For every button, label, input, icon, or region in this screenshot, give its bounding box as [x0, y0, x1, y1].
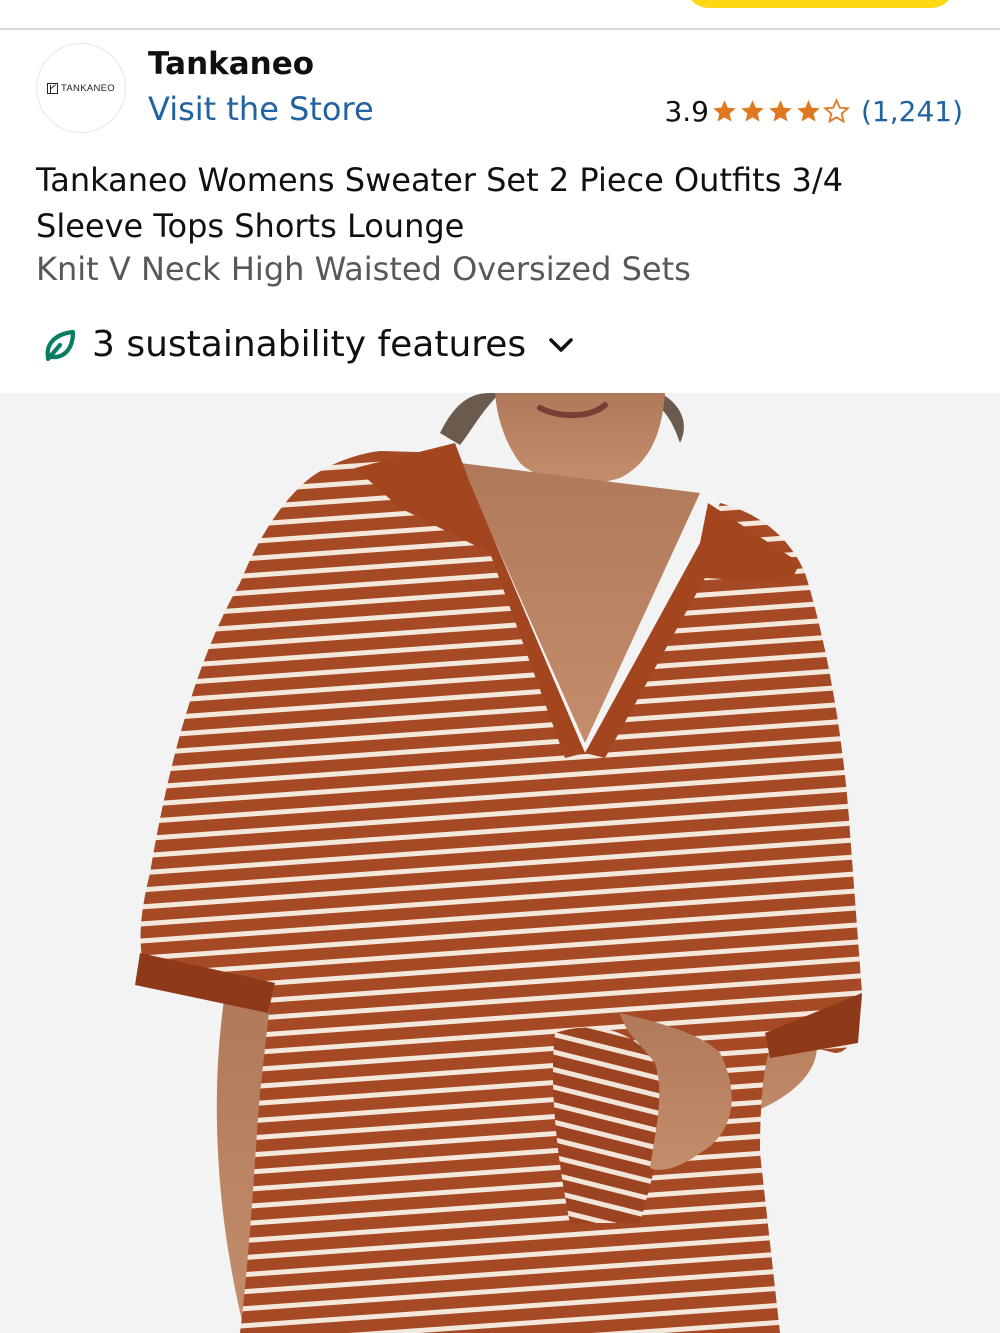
rating-count-link[interactable]: (1,241)	[861, 95, 963, 128]
product-detail-page: TANKANEO Tankaneo Visit the Store 3.9 (1…	[0, 0, 1000, 1333]
leaf-icon	[45, 329, 76, 361]
rating-summary[interactable]: 3.9 (1,241)	[664, 95, 963, 128]
store-logo[interactable]: TANKANEO	[36, 43, 126, 133]
top-action-bar	[0, 0, 1000, 30]
sustainability-features-toggle[interactable]: 3 sustainability features	[40, 324, 578, 365]
store-logo-text: TANKANEO	[61, 82, 115, 94]
product-subtitle: Knit V Neck High Waisted Oversized Sets	[36, 250, 691, 288]
star-full-icon	[713, 100, 736, 122]
star-empty-icon	[823, 98, 850, 124]
sustainability-label: 3 sustainability features	[92, 324, 527, 365]
star-rating	[711, 98, 851, 125]
add-to-cart-button[interactable]	[685, 0, 955, 8]
brand-name: Tankaneo	[148, 46, 315, 82]
star-full-icon	[797, 100, 820, 122]
chevron-down-icon	[549, 337, 573, 352]
product-title: Tankaneo Womens Sweater Set 2 Piece Outf…	[36, 161, 844, 245]
visit-store-link[interactable]: Visit the Store	[148, 90, 374, 128]
star-full-icon	[769, 100, 792, 122]
star-full-icon	[741, 100, 764, 122]
brand-mark-icon	[47, 82, 59, 94]
product-image[interactable]	[0, 393, 1000, 1333]
rating-value: 3.9	[664, 95, 709, 128]
product-photo	[0, 393, 1000, 1333]
